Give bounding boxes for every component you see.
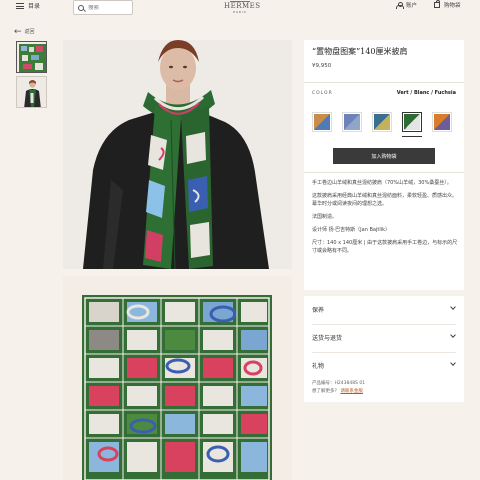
product-scarf-image (63, 276, 292, 480)
account-button[interactable]: 账户 (396, 1, 417, 9)
description-paragraph: 尺寸：140 x 140厘米 | 由于这款披肩采用手工卷边，与标示的尺寸或会略有… (312, 240, 458, 254)
swatch-color (344, 114, 360, 130)
product-price: ¥9,950 (312, 63, 332, 69)
description-paragraph: 这款披肩采用经典山羊绒和真丝混纺面料，柔软轻盈、质感出众。幕华时分或阅读夜间的理… (312, 193, 458, 207)
model-wearing-scarf-illustration (63, 40, 292, 269)
accordion-delivery-returns[interactable]: 送货与退货 (304, 324, 464, 352)
product-description: 手工卷边山羊绒和真丝混纺披肩（70%山羊绒，30%桑蚕丝）。 这款披肩采用经典山… (312, 179, 460, 260)
swatch-color (404, 114, 420, 130)
product-title: “置物盘图案”140厘米披肩 (312, 47, 408, 56)
thumbnail-model[interactable] (16, 76, 47, 108)
contact-link[interactable]: 请联系金服 (340, 389, 363, 394)
swatch-selected-indicator (402, 136, 422, 137)
search-input[interactable] (88, 4, 128, 11)
logo-name: HERMES (224, 2, 261, 10)
accordion-care[interactable]: 保养 (304, 296, 464, 324)
chevron-down-icon (450, 304, 456, 310)
color-value: Vert / Blanc / Fuchsia (396, 90, 456, 96)
product-model-image (63, 40, 292, 269)
back-link[interactable]: ← 返回 (14, 26, 35, 37)
cart-button[interactable]: 购物袋 (434, 0, 461, 9)
color-swatch[interactable] (432, 112, 452, 132)
chevron-down-icon (450, 332, 456, 338)
add-to-bag-button[interactable]: 加入购物袋 (333, 148, 435, 164)
product-details-accordion: 保养 送货与退货 礼物 产品编号：H243848S 01 想了解更多？ 请联系金… (304, 296, 464, 402)
menu-button[interactable]: 目录 (16, 1, 40, 10)
help-text: 想了解更多？ (312, 389, 339, 394)
chevron-down-icon (450, 360, 456, 366)
color-swatch[interactable] (342, 112, 362, 132)
description-paragraph: 法国制造。 (312, 214, 338, 220)
divider (304, 172, 464, 173)
user-icon (396, 1, 404, 9)
color-swatch-selected[interactable] (402, 112, 422, 132)
arrow-left-icon: ← (14, 26, 22, 37)
menu-icon (16, 2, 24, 9)
search-icon (78, 4, 84, 11)
scarf-pattern-illustration (63, 276, 292, 480)
help-line: 想了解更多？ 请联系金服 (312, 388, 363, 394)
description-paragraph: 手工卷边山羊绒和真丝混纺披肩（70%山羊绒，30%桑蚕丝）。 (312, 180, 452, 186)
swatch-color (314, 114, 330, 130)
swatch-color (374, 114, 390, 130)
accordion-label: 保养 (312, 307, 325, 314)
divider (304, 82, 464, 83)
color-swatch[interactable] (372, 112, 392, 132)
account-label: 账户 (406, 3, 418, 9)
accordion-label: 送货与退货 (312, 335, 343, 342)
logo-city: PARIS (233, 10, 247, 14)
accordion-label: 礼物 (312, 363, 325, 370)
thumbnail-scarf[interactable] (16, 41, 47, 73)
product-id: 产品编号：H243848S 01 (312, 381, 366, 386)
cart-label: 购物袋 (444, 3, 461, 9)
accordion-gift[interactable]: 礼物 (304, 352, 464, 380)
search-box[interactable] (73, 0, 133, 15)
color-swatch[interactable] (312, 112, 332, 132)
shopping-bag-icon (434, 0, 440, 8)
color-label: COLOR (312, 91, 333, 96)
product-info-panel: “置物盘图案”140厘米披肩 ¥9,950 COLOR Vert / Blanc… (304, 40, 464, 290)
menu-label: 目录 (28, 3, 41, 10)
description-paragraph: 设计师 扬·巴吉特斯（Jan Bajtlik） (312, 227, 390, 233)
swatch-color (434, 114, 450, 130)
back-label: 返回 (24, 29, 35, 35)
scarf-thumbnail-image (17, 42, 46, 72)
hermes-logo[interactable]: HERMES PARIS (224, 0, 261, 14)
header: 目录 HERMES PARIS 账户 购物袋 (0, 0, 480, 16)
model-thumbnail-image (17, 77, 46, 107)
